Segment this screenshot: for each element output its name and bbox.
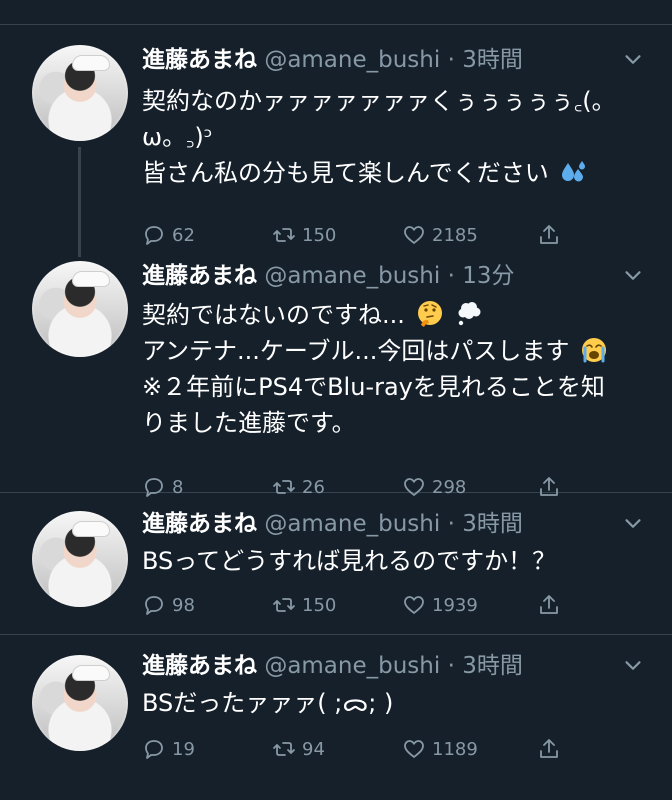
user-handle[interactable]: @amane_bushi	[264, 263, 440, 289]
tweet-actions: 98 150 1939	[142, 591, 572, 619]
tweet-text-line: アンテナ...ケーブル...今回はパスします	[142, 337, 570, 365]
tweet-text: BSだったァァァ( ;ᯅ; )	[142, 685, 644, 721]
timestamp[interactable]: 3時間	[462, 511, 523, 537]
tweet-text-line: BSってどうすれば見れるのですか！？	[142, 547, 557, 575]
reply-icon	[145, 740, 163, 759]
separator-dot: ·	[447, 653, 455, 679]
retweet-icon	[273, 228, 295, 242]
user-handle[interactable]: @amane_bushi	[264, 511, 440, 537]
retweet-count: 94	[302, 738, 325, 760]
avatar-cap-shape	[72, 665, 110, 681]
tweet-text-line: ω。꜆)ᵓ	[142, 123, 213, 151]
tweet-text-line: BSだったァァァ( ;ᯅ; )	[142, 689, 394, 717]
crying-face-emoji-icon	[582, 338, 607, 363]
reply-button[interactable]: 62	[142, 223, 195, 247]
tweet-text-line: 契約なのかァァァァァァァくぅぅぅぅぅ꜀(。	[142, 87, 616, 115]
share-icon	[540, 739, 558, 758]
retweet-button[interactable]: 94	[272, 737, 325, 761]
chevron-down-icon[interactable]	[622, 265, 644, 287]
like-button[interactable]: 1939	[402, 593, 478, 617]
tweet-header: 進藤あまね @amane_bushi · 3時間	[142, 45, 644, 75]
retweet-button[interactable]: 150	[272, 223, 336, 247]
tweet[interactable]: 進藤あまね @amane_bushi · 3時間 契約なのかァァァァァァァくぅぅ…	[0, 25, 672, 257]
display-name[interactable]: 進藤あまね	[142, 263, 257, 289]
tweet-text-line: ※２年前にPS4でBlu-rayを見れることを知	[142, 373, 605, 401]
like-button[interactable]: 2185	[402, 223, 478, 247]
avatar[interactable]	[32, 511, 128, 607]
heart-icon	[404, 596, 424, 614]
separator-dot: ·	[447, 47, 455, 73]
tweet-text-line: 契約ではないのですね...	[142, 301, 405, 329]
thought-balloon-emoji-icon	[458, 302, 481, 326]
avatar[interactable]	[32, 45, 128, 141]
share-icon	[540, 595, 558, 614]
share-button[interactable]	[537, 223, 561, 247]
avatar[interactable]	[32, 261, 128, 357]
display-name[interactable]: 進藤あまね	[142, 47, 257, 73]
thinking-face-emoji-icon	[417, 301, 442, 327]
display-name[interactable]: 進藤あまね	[142, 511, 257, 537]
like-count: 1189	[432, 738, 478, 760]
tweet-header: 進藤あまね @amane_bushi · 3時間	[142, 509, 644, 539]
tweet-text: 契約なのかァァァァァァァくぅぅぅぅぅ꜀(。 ω。꜆)ᵓ 皆さん私の分も見て楽しん…	[142, 83, 644, 191]
tweet-text: 契約ではないのですね... アンテナ...ケーブル...今回はパスします ※２年…	[142, 297, 644, 441]
tweet[interactable]: 進藤あまね @amane_bushi · 3時間 BSだったァァァ( ;ᯅ; )…	[0, 635, 672, 800]
like-count: 1939	[432, 594, 478, 616]
chevron-down-icon[interactable]	[622, 513, 644, 535]
retweet-count: 150	[302, 594, 337, 616]
thread-connector-line	[78, 147, 81, 257]
retweet-count: 150	[302, 224, 337, 246]
reply-count: 19	[172, 738, 195, 760]
display-name[interactable]: 進藤あまね	[142, 653, 257, 679]
tweet-actions: 62 150 2185	[142, 221, 572, 249]
user-handle[interactable]: @amane_bushi	[264, 653, 440, 679]
reply-count: 98	[172, 594, 195, 616]
tweet-header: 進藤あまね @amane_bushi · 13分	[142, 261, 644, 291]
tweet-actions: 19 94 1189	[142, 735, 572, 763]
share-icon	[540, 225, 558, 244]
avatar[interactable]	[32, 655, 128, 751]
separator-dot: ·	[447, 263, 455, 289]
avatar-cap-shape	[72, 271, 110, 287]
tweet-text: BSってどうすれば見れるのですか！？	[142, 543, 644, 579]
top-bar	[0, 0, 672, 25]
chevron-down-icon[interactable]	[622, 655, 644, 677]
retweet-button[interactable]: 150	[272, 593, 336, 617]
timestamp[interactable]: 13分	[462, 263, 514, 289]
retweet-icon	[273, 598, 295, 612]
heart-icon	[404, 740, 424, 758]
like-count: 2185	[432, 224, 478, 246]
tweet-text-line: 皆さん私の分も見て楽しんでください	[142, 159, 549, 187]
tweet-header: 進藤あまね @amane_bushi · 3時間	[142, 651, 644, 681]
timestamp[interactable]: 3時間	[462, 653, 523, 679]
like-button[interactable]: 1189	[402, 737, 478, 761]
heart-icon	[404, 226, 424, 244]
sweat-droplets-emoji-icon	[562, 161, 586, 182]
reply-button[interactable]: 98	[142, 593, 195, 617]
share-button[interactable]	[537, 593, 561, 617]
separator-dot: ·	[447, 511, 455, 537]
tweet[interactable]: 進藤あまね @amane_bushi · 3時間 BSってどうすれば見れるのです…	[0, 493, 672, 635]
tweet[interactable]: 進藤あまね @amane_bushi · 13分 契約ではないのですね... ア…	[0, 251, 672, 498]
user-handle[interactable]: @amane_bushi	[264, 47, 440, 73]
chevron-down-icon[interactable]	[622, 49, 644, 71]
reply-icon	[145, 596, 163, 615]
avatar-cap-shape	[72, 55, 110, 71]
reply-count: 62	[172, 224, 195, 246]
tweet-text-line: りました進藤です。	[142, 409, 356, 437]
retweet-icon	[273, 742, 295, 756]
reply-icon	[145, 226, 163, 245]
timestamp[interactable]: 3時間	[462, 47, 523, 73]
share-button[interactable]	[537, 737, 561, 761]
avatar-cap-shape	[72, 521, 110, 537]
reply-button[interactable]: 19	[142, 737, 195, 761]
